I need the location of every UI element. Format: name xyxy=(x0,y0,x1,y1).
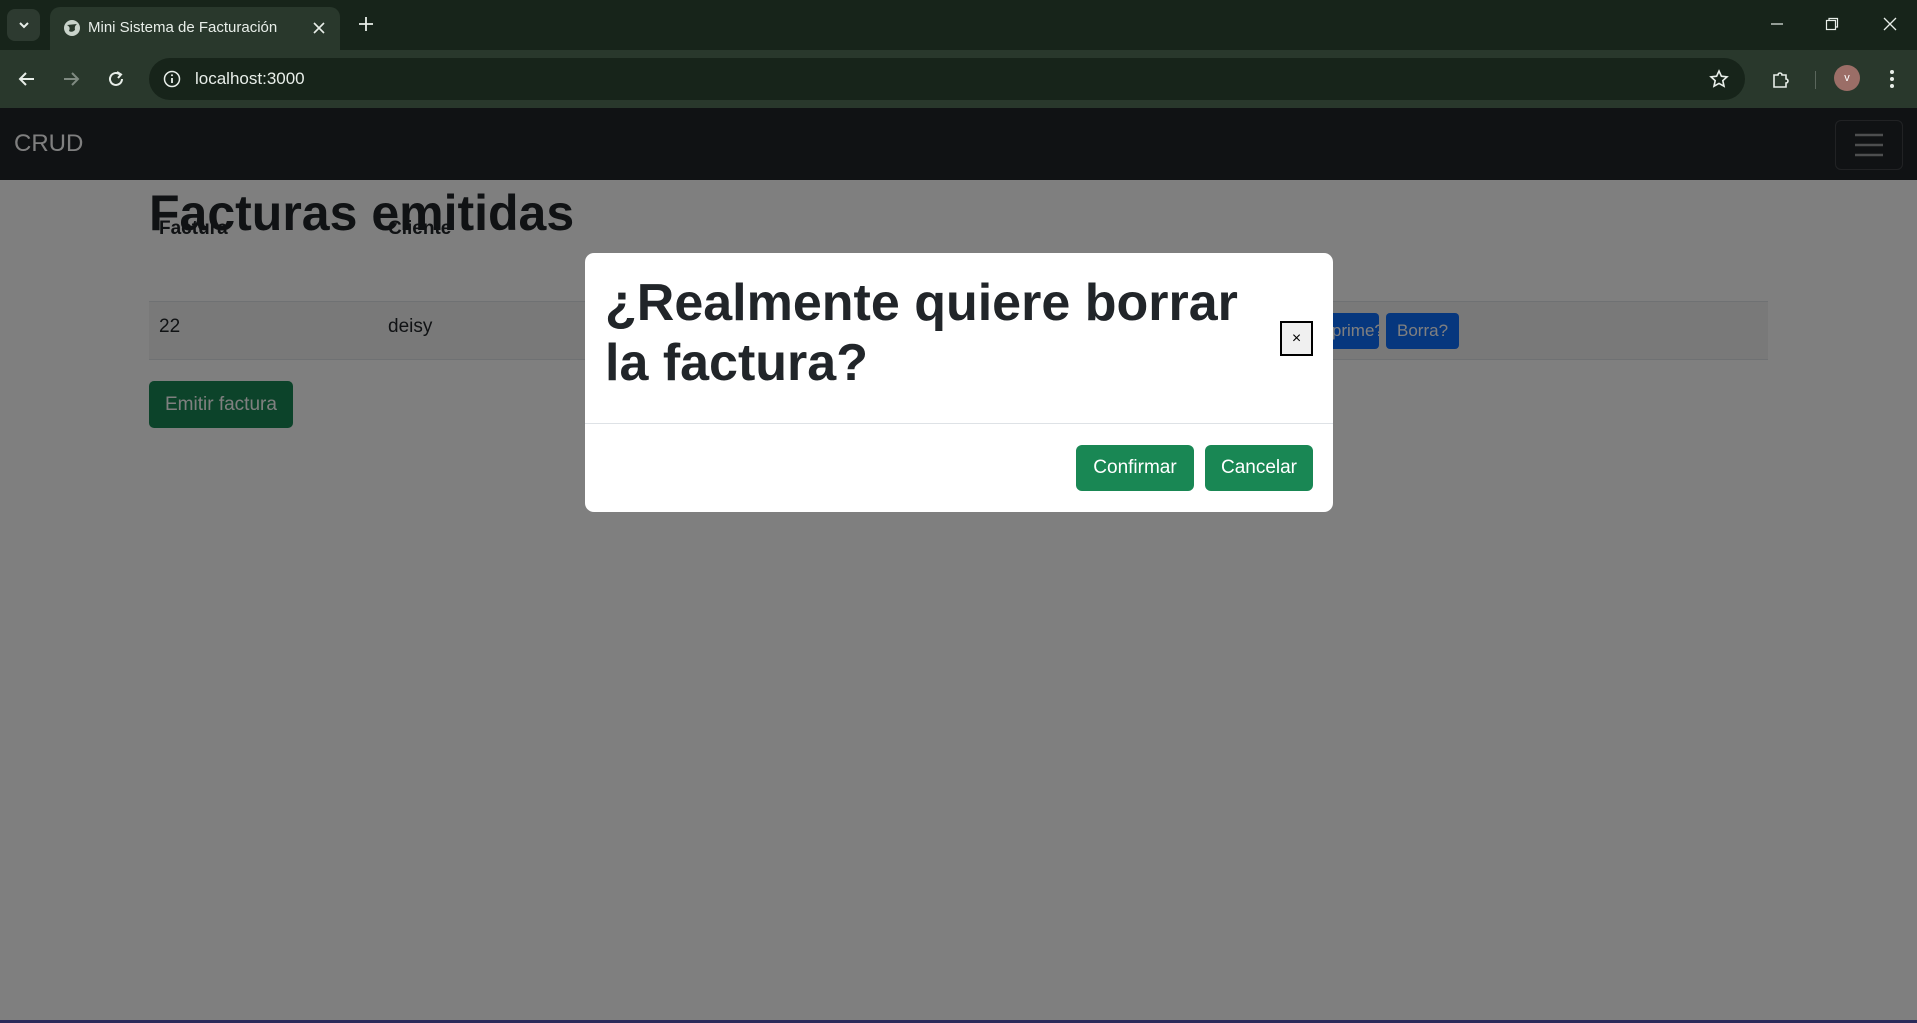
minimize-icon xyxy=(1771,23,1783,25)
info-icon xyxy=(163,70,181,88)
profile-avatar[interactable]: v xyxy=(1834,65,1860,91)
close-window-button[interactable] xyxy=(1870,8,1910,40)
confirm-delete-modal: ¿Realmente quiere borrar la factura? × C… xyxy=(585,253,1333,512)
close-icon xyxy=(1883,17,1897,31)
bookmark-button[interactable] xyxy=(1707,67,1731,91)
browser-toolbar: localhost:3000 v xyxy=(0,50,1917,108)
more-vertical-icon xyxy=(1890,70,1894,88)
reload-icon xyxy=(109,71,123,86)
forward-button[interactable] xyxy=(54,62,88,96)
cancel-button[interactable]: Cancelar xyxy=(1205,445,1313,491)
browser-tabbar: Mini Sistema de Facturación xyxy=(0,0,1917,50)
globe-icon xyxy=(64,20,80,36)
modal-title: ¿Realmente quiere borrar la factura? xyxy=(605,274,1238,392)
url-text: localhost:3000 xyxy=(195,69,305,88)
restore-icon xyxy=(1825,17,1839,31)
tab-close-button[interactable] xyxy=(308,17,330,39)
extensions-button[interactable] xyxy=(1764,62,1798,96)
plus-icon xyxy=(359,17,373,31)
back-button[interactable] xyxy=(10,62,44,96)
close-icon xyxy=(313,22,325,34)
minimize-button[interactable] xyxy=(1757,8,1797,40)
reload-button[interactable] xyxy=(99,62,133,96)
site-info-button[interactable] xyxy=(159,66,185,92)
page-viewport: CRUD Facturas emitidas Factura Cliente 2… xyxy=(0,108,1917,1020)
arrow-right-icon xyxy=(64,72,80,86)
browser-tab[interactable]: Mini Sistema de Facturación xyxy=(50,7,340,50)
toolbar-divider xyxy=(1815,71,1816,89)
confirm-button[interactable]: Confirmar xyxy=(1076,445,1194,491)
browser-menu-button[interactable] xyxy=(1878,62,1906,96)
chevron-down-icon xyxy=(18,22,29,29)
star-icon xyxy=(1709,69,1729,88)
modal-header: ¿Realmente quiere borrar la factura? × xyxy=(585,253,1333,424)
modal-close-button[interactable]: × xyxy=(1280,321,1313,356)
arrow-left-icon xyxy=(18,72,34,86)
tab-title: Mini Sistema de Facturación xyxy=(88,19,278,36)
modal-backdrop[interactable] xyxy=(0,108,1917,1020)
new-tab-button[interactable] xyxy=(353,11,379,37)
tab-list-button[interactable] xyxy=(7,9,40,41)
puzzle-icon xyxy=(1773,72,1789,88)
address-bar[interactable]: localhost:3000 xyxy=(149,58,1745,100)
restore-button[interactable] xyxy=(1812,8,1852,40)
